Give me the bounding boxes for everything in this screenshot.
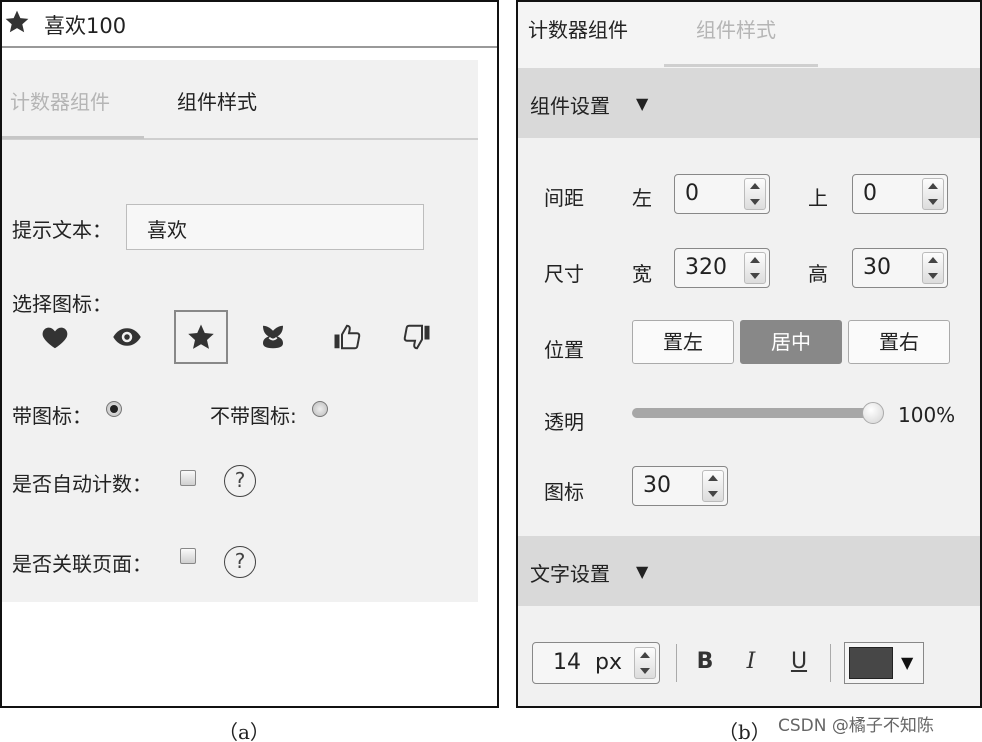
text-settings-title: 文字设置: [530, 562, 610, 586]
component-style-panel: 计数器组件 组件样式 组件设置 ▼ 间距 左 0 上 0 尺寸 宽 320 高 …: [516, 0, 982, 708]
without-icon-label: 不带图标:: [210, 404, 297, 428]
prompt-text-label: 提示文本：: [12, 218, 112, 242]
auto-count-label: 是否自动计数：: [12, 472, 152, 496]
tab-component-style[interactable]: 组件样式: [177, 86, 257, 115]
opacity-label: 透明: [544, 410, 584, 434]
component-settings-title: 组件设置: [530, 94, 610, 118]
color-swatch: [849, 647, 893, 679]
flower-icon[interactable]: [246, 310, 300, 364]
opacity-value: 100%: [898, 403, 956, 427]
tab-bar: 计数器组件 组件样式: [518, 2, 980, 68]
caption-a: （a）: [218, 720, 270, 742]
with-icon-label: 带图标：: [12, 404, 92, 428]
thumbs-up-icon[interactable]: [320, 310, 374, 364]
spacing-top-label: 上: [808, 186, 828, 210]
text-settings-header[interactable]: 文字设置 ▼: [518, 536, 980, 606]
link-page-help-icon[interactable]: ?: [224, 546, 256, 578]
auto-count-checkbox[interactable]: [180, 470, 196, 486]
spacing-left-label: 左: [632, 186, 652, 210]
counter-settings-body: 计数器组件 组件样式 提示文本： 喜欢 选择图标： 带图标： 不带图标: 是否自…: [2, 60, 478, 602]
spinner-buttons[interactable]: [634, 647, 656, 679]
toolbar-divider: [676, 644, 677, 682]
eye-icon[interactable]: [100, 310, 154, 364]
font-size-input[interactable]: 14 px: [532, 642, 660, 684]
star-icon[interactable]: [174, 310, 228, 364]
link-page-label: 是否关联页面：: [12, 552, 152, 576]
italic-button[interactable]: I: [736, 646, 766, 678]
tab-component-style[interactable]: 组件样式: [696, 14, 776, 43]
collapse-arrow-icon: ▼: [636, 94, 649, 113]
active-tab-indicator: [664, 64, 818, 67]
opacity-slider-track[interactable]: [632, 408, 876, 418]
collapse-arrow-icon: ▼: [636, 562, 649, 581]
without-icon-radio[interactable]: [312, 401, 328, 417]
spinner-buttons[interactable]: [702, 470, 724, 502]
caption-b: （b）: [718, 720, 771, 742]
active-tab-indicator: [2, 136, 144, 139]
opacity-slider-handle[interactable]: [862, 402, 884, 424]
dropdown-arrow-icon: ▼: [901, 653, 914, 672]
star-icon: [4, 9, 30, 35]
icon-size-input[interactable]: 30: [632, 466, 728, 506]
tab-bar: 计数器组件 组件样式: [2, 60, 478, 140]
prompt-text-input[interactable]: 喜欢: [126, 204, 424, 250]
spacing-top-input[interactable]: 0: [852, 174, 948, 214]
text-color-picker[interactable]: ▼: [844, 642, 924, 684]
thumbs-down-icon[interactable]: [390, 310, 444, 364]
bold-button[interactable]: B: [690, 646, 720, 678]
link-page-checkbox[interactable]: [180, 548, 196, 564]
spinner-buttons[interactable]: [922, 178, 944, 210]
size-height-input[interactable]: 30: [852, 248, 948, 288]
spinner-buttons[interactable]: [922, 252, 944, 284]
component-settings-header[interactable]: 组件设置 ▼: [518, 68, 980, 138]
align-center-button[interactable]: 居中: [740, 320, 842, 364]
tab-counter-component[interactable]: 计数器组件: [528, 14, 628, 43]
toolbar-divider: [830, 644, 831, 682]
with-icon-radio[interactable]: [106, 401, 122, 417]
size-label: 尺寸: [544, 262, 584, 286]
spacing-label: 间距: [544, 186, 584, 210]
icon-size-label: 图标: [544, 480, 584, 504]
auto-count-help-icon[interactable]: ?: [224, 465, 256, 497]
spinner-buttons[interactable]: [744, 178, 766, 210]
counter-preview-title: 喜欢100: [44, 14, 127, 38]
align-left-button[interactable]: 置左: [632, 320, 734, 364]
counter-preview-header: 喜欢100: [2, 2, 497, 48]
underline-button[interactable]: U: [784, 646, 814, 678]
heart-icon[interactable]: [28, 310, 82, 364]
size-height-label: 高: [808, 262, 828, 286]
align-right-button[interactable]: 置右: [848, 320, 950, 364]
size-width-label: 宽: [632, 262, 652, 286]
position-label: 位置: [544, 338, 584, 362]
counter-preview-panel: 喜欢100 计数器组件 组件样式 提示文本： 喜欢 选择图标： 带图标： 不带图…: [0, 0, 499, 708]
size-width-input[interactable]: 320: [674, 248, 770, 288]
tab-counter-component[interactable]: 计数器组件: [10, 86, 110, 115]
watermark: CSDN @橘子不知陈: [778, 716, 934, 736]
spinner-buttons[interactable]: [744, 252, 766, 284]
spacing-left-input[interactable]: 0: [674, 174, 770, 214]
